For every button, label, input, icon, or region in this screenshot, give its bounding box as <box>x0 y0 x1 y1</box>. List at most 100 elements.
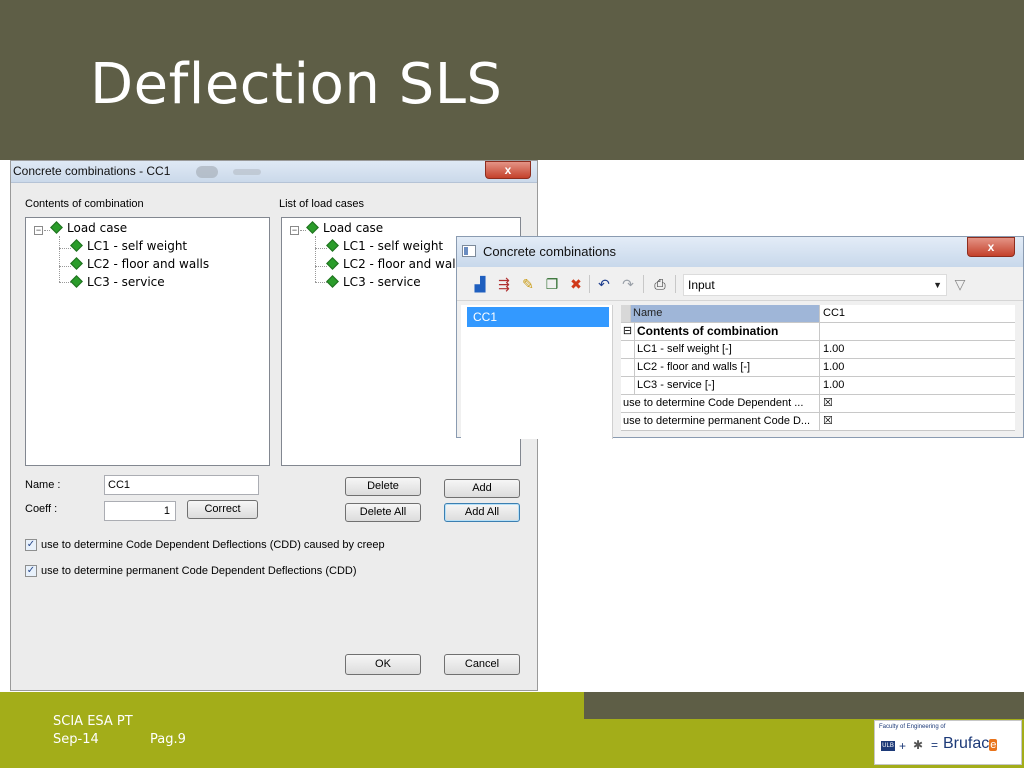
delete-button[interactable]: Delete <box>345 477 421 496</box>
load-case-icon <box>326 257 339 270</box>
property-value[interactable]: 1.00 <box>820 377 1015 395</box>
plus-icon: + <box>899 739 907 753</box>
toolbar-separator <box>643 275 644 293</box>
delete-icon[interactable]: ✖ <box>567 276 585 292</box>
property-value[interactable]: 1.00 <box>820 341 1015 359</box>
tree-root[interactable]: Load case <box>50 221 127 235</box>
tree-item[interactable]: LC2 - floor and walls <box>70 257 209 271</box>
property-name: LC1 - self weight [-] <box>635 341 820 359</box>
cdd-permanent-checkbox[interactable]: ✓ <box>25 565 37 577</box>
footer-accent-band <box>584 692 1024 719</box>
titlebar-blur-icon <box>196 166 218 178</box>
logo-faculty-text: Faculty of Engineering of <box>879 724 946 730</box>
property-group-name: Contents of combination <box>635 323 820 341</box>
property-row[interactable]: use to determine permanent Code D... ☒ <box>621 413 1015 431</box>
print-icon[interactable]: ⎙ <box>651 276 669 292</box>
property-value[interactable]: CC1 <box>820 305 1015 323</box>
dialog-titlebar[interactable]: Concrete combinations - CC1 x <box>11 161 537 183</box>
property-row[interactable]: LC1 - self weight [-] 1.00 <box>621 341 1015 359</box>
contents-tree[interactable]: − Load case LC1 - self weight LC2 - floo… <box>25 217 270 466</box>
vub-logo-icon: ✱ <box>913 738 924 752</box>
tree-item[interactable]: LC3 - service <box>70 275 165 289</box>
load-case-icon <box>70 257 83 270</box>
dialog-title: Concrete combinations - CC1 <box>13 164 171 178</box>
property-name: use to determine Code Dependent ... <box>621 395 820 413</box>
property-checkbox[interactable]: ☒ <box>820 413 1015 431</box>
ok-button[interactable]: OK <box>345 654 421 675</box>
tree-item[interactable]: LC3 - service <box>326 275 421 289</box>
window-icon <box>462 245 476 257</box>
collapse-icon[interactable]: ⊟ <box>621 323 635 341</box>
footer-page: Pag.9 <box>150 732 186 747</box>
collapse-icon[interactable]: − <box>290 226 299 235</box>
ulb-logo-icon: ULB <box>881 741 895 751</box>
contents-label: Contents of combination <box>25 198 144 210</box>
tree-item[interactable]: LC2 - floor and walls <box>326 257 465 271</box>
row-gutter <box>621 359 635 377</box>
concrete-combinations-dialog: Concrete combinations x ▟ ⇶ ✎ ❐ ✖ ↶ ↷ ⎙ … <box>456 236 1024 439</box>
coeff-input[interactable]: 1 <box>104 501 176 521</box>
tree-item[interactable]: LC1 - self weight <box>326 239 443 253</box>
brufac-logo: Faculty of Engineering of ULB + ✱ = Bruf… <box>874 720 1022 765</box>
property-value[interactable]: 1.00 <box>820 359 1015 377</box>
property-row[interactable]: LC2 - floor and walls [-] 1.00 <box>621 359 1015 377</box>
dialog-titlebar[interactable]: Concrete combinations x <box>457 237 1023 267</box>
dropdown-arrow-icon[interactable]: ▼ <box>933 275 942 295</box>
tree-connector <box>59 266 71 267</box>
row-gutter <box>621 305 631 323</box>
correct-button[interactable]: Correct <box>187 500 258 519</box>
tree-root[interactable]: Load case <box>306 221 383 235</box>
load-case-icon <box>70 275 83 288</box>
coeff-label: Coeff : <box>25 503 58 515</box>
name-input[interactable]: CC1 <box>104 475 259 495</box>
logo-e-icon: e <box>989 739 998 751</box>
tree-item[interactable]: LC1 - self weight <box>70 239 187 253</box>
list-item[interactable]: CC1 <box>467 307 609 327</box>
row-gutter <box>621 341 635 359</box>
property-row[interactable]: Name CC1 <box>621 305 1015 323</box>
load-case-icon <box>50 221 63 234</box>
collapse-icon[interactable]: − <box>34 226 43 235</box>
list-label: List of load cases <box>279 198 364 210</box>
view-select[interactable]: Input ▼ <box>683 274 947 296</box>
property-name: use to determine permanent Code D... <box>621 413 820 431</box>
tree-connector <box>315 282 327 283</box>
cdd-creep-checkbox[interactable]: ✓ <box>25 539 37 551</box>
property-row[interactable]: ⊟ Contents of combination <box>621 323 1015 341</box>
tree-connector <box>59 248 71 249</box>
combination-list[interactable]: CC1 <box>461 305 613 439</box>
add-all-button[interactable]: Add All <box>444 503 520 522</box>
redo-icon[interactable]: ↷ <box>619 276 637 292</box>
property-row[interactable]: use to determine Code Dependent ... ☒ <box>621 395 1015 413</box>
title-band: Deflection SLS <box>0 0 1024 160</box>
delete-all-button[interactable]: Delete All <box>345 503 421 522</box>
load-case-icon <box>306 221 319 234</box>
tree-connector <box>59 236 60 282</box>
add-to-list-icon[interactable]: ⇶ <box>495 276 513 292</box>
property-row[interactable]: LC3 - service [-] 1.00 <box>621 377 1015 395</box>
tree-connector <box>315 236 316 282</box>
tree-connector <box>300 230 306 231</box>
view-select-value: Input <box>688 278 715 292</box>
filter-icon[interactable]: ▽ <box>951 276 969 292</box>
toolbar-separator <box>675 275 676 293</box>
titlebar-blur-text <box>233 169 261 175</box>
tree-connector <box>315 266 327 267</box>
cdd-creep-label: use to determine Code Dependent Deflecti… <box>41 539 385 551</box>
tree-connector <box>315 248 327 249</box>
name-label: Name : <box>25 479 61 491</box>
close-button[interactable]: x <box>485 161 531 179</box>
close-button[interactable]: x <box>967 237 1015 257</box>
property-checkbox[interactable]: ☒ <box>820 395 1015 413</box>
undo-icon[interactable]: ↶ <box>595 276 613 292</box>
add-button[interactable]: Add <box>444 479 520 498</box>
dialog-title: Concrete combinations <box>483 244 616 259</box>
new-icon[interactable]: ▟ <box>471 276 489 292</box>
cancel-button[interactable]: Cancel <box>444 654 520 675</box>
property-name: LC3 - service [-] <box>635 377 820 395</box>
property-name: LC2 - floor and walls [-] <box>635 359 820 377</box>
load-case-icon <box>70 239 83 252</box>
edit-icon[interactable]: ✎ <box>519 276 537 292</box>
copy-icon[interactable]: ❐ <box>543 276 561 292</box>
logo-brand-text: Bruface <box>943 735 998 752</box>
